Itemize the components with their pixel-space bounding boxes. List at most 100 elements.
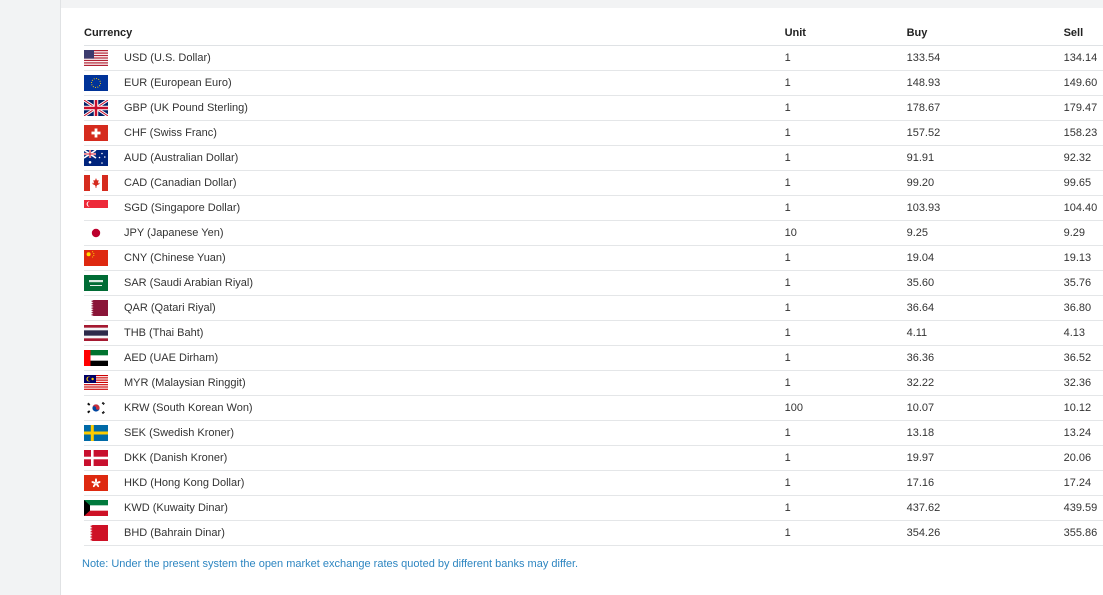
left-sidebar xyxy=(0,0,61,595)
table-row: KWD (Kuwaity Dinar) 1 437.62 439.59 xyxy=(84,495,1103,521)
buy-rate-cell: 437.62 xyxy=(906,495,1064,521)
unit-cell: 1 xyxy=(784,420,907,446)
buy-rate-cell: 13.18 xyxy=(906,420,1064,446)
buy-rate-cell: 35.60 xyxy=(906,270,1064,296)
buy-rate-cell: 36.64 xyxy=(906,295,1064,321)
flag-cell xyxy=(84,395,124,421)
canada-flag-icon xyxy=(84,175,108,191)
currency-name-cell: GBP (UK Pound Sterling) xyxy=(124,95,785,121)
singapore-flag-icon xyxy=(84,200,108,216)
buy-rate-cell: 19.97 xyxy=(906,445,1064,471)
bahrain-flag-icon xyxy=(84,525,108,541)
table-row: GBP (UK Pound Sterling) 1 178.67 179.47 xyxy=(84,95,1103,121)
unit-cell: 1 xyxy=(784,345,907,371)
flag-cell xyxy=(84,420,124,446)
flag-cell xyxy=(84,520,124,546)
sell-rate-cell: 36.80 xyxy=(1063,295,1103,321)
flag-cell xyxy=(84,320,124,346)
sell-rate-cell: 104.40 xyxy=(1063,195,1103,221)
flag-cell xyxy=(84,145,124,171)
buy-rate-cell: 157.52 xyxy=(906,120,1064,146)
table-row: MYR (Malaysian Ringgit) 1 32.22 32.36 xyxy=(84,370,1103,396)
currency-name-cell: MYR (Malaysian Ringgit) xyxy=(124,370,785,396)
kuwait-flag-icon xyxy=(84,500,108,516)
malaysia-flag-icon xyxy=(84,375,108,391)
sweden-flag-icon xyxy=(84,425,108,441)
currency-header: Currency xyxy=(84,21,785,46)
currency-name-cell: SGD (Singapore Dollar) xyxy=(124,195,785,221)
unit-cell: 1 xyxy=(784,120,907,146)
flag-cell xyxy=(84,220,124,246)
flag-cell xyxy=(84,445,124,471)
table-header-row: Currency Unit Buy Sell xyxy=(84,21,1103,46)
currency-name-cell: SAR (Saudi Arabian Riyal) xyxy=(124,270,785,296)
korea-flag-icon xyxy=(84,400,108,416)
eu-flag-icon xyxy=(84,75,108,91)
currency-name-cell: USD (U.S. Dollar) xyxy=(124,45,785,71)
flag-cell xyxy=(84,370,124,396)
buy-rate-cell: 91.91 xyxy=(906,145,1064,171)
unit-cell: 1 xyxy=(784,370,907,396)
buy-rate-cell: 17.16 xyxy=(906,470,1064,496)
qatar-flag-icon xyxy=(84,300,108,316)
sell-rate-cell: 10.12 xyxy=(1063,395,1103,421)
exchange-rates-card: Currency Unit Buy Sell USD (U.S. Dollar)… xyxy=(61,8,1103,595)
unit-cell: 1 xyxy=(784,245,907,271)
thailand-flag-icon xyxy=(84,325,108,341)
flag-cell xyxy=(84,95,124,121)
hongkong-flag-icon xyxy=(84,475,108,491)
currency-name-cell: QAR (Qatari Riyal) xyxy=(124,295,785,321)
buy-header: Buy xyxy=(906,21,1064,46)
table-row: HKD (Hong Kong Dollar) 1 17.16 17.24 xyxy=(84,470,1103,496)
buy-rate-cell: 19.04 xyxy=(906,245,1064,271)
sell-rate-cell: 36.52 xyxy=(1063,345,1103,371)
currency-name-cell: BHD (Bahrain Dinar) xyxy=(124,520,785,546)
unit-header: Unit xyxy=(784,21,907,46)
japan-flag-icon xyxy=(84,225,108,241)
currency-name-cell: THB (Thai Baht) xyxy=(124,320,785,346)
table-row: THB (Thai Baht) 1 4.11 4.13 xyxy=(84,320,1103,346)
currency-name-cell: AUD (Australian Dollar) xyxy=(124,145,785,171)
uae-flag-icon xyxy=(84,350,108,366)
sell-rate-cell: 17.24 xyxy=(1063,470,1103,496)
unit-cell: 1 xyxy=(784,445,907,471)
unit-cell: 1 xyxy=(784,470,907,496)
sell-rate-cell: 9.29 xyxy=(1063,220,1103,246)
denmark-flag-icon xyxy=(84,450,108,466)
sell-rate-cell: 35.76 xyxy=(1063,270,1103,296)
australia-flag-icon xyxy=(84,150,108,166)
sell-rate-cell: 158.23 xyxy=(1063,120,1103,146)
buy-rate-cell: 103.93 xyxy=(906,195,1064,221)
flag-cell xyxy=(84,195,124,221)
swiss-flag-icon xyxy=(84,125,108,141)
table-row: SAR (Saudi Arabian Riyal) 1 35.60 35.76 xyxy=(84,270,1103,296)
unit-cell: 1 xyxy=(784,295,907,321)
disclaimer-note: Note: Under the present system the open … xyxy=(82,558,579,570)
unit-cell: 1 xyxy=(784,145,907,171)
flag-cell xyxy=(84,495,124,521)
table-row: JPY (Japanese Yen) 10 9.25 9.29 xyxy=(84,220,1103,246)
sell-rate-cell: 355.86 xyxy=(1063,520,1103,546)
buy-rate-cell: 148.93 xyxy=(906,70,1064,96)
buy-rate-cell: 133.54 xyxy=(906,45,1064,71)
flag-cell xyxy=(84,120,124,146)
sell-rate-cell: 439.59 xyxy=(1063,495,1103,521)
buy-rate-cell: 178.67 xyxy=(906,95,1064,121)
flag-cell xyxy=(84,345,124,371)
unit-cell: 1 xyxy=(784,195,907,221)
us-flag-icon xyxy=(84,50,108,66)
rates-body: USD (U.S. Dollar) 1 133.54 134.14 EUR (Europ… xyxy=(84,45,1103,546)
buy-rate-cell: 354.26 xyxy=(906,520,1064,546)
sell-rate-cell: 19.13 xyxy=(1063,245,1103,271)
table-row: CAD (Canadian Dollar) 1 99.20 99.65 xyxy=(84,170,1103,196)
table-row: USD (U.S. Dollar) 1 133.54 134.14 xyxy=(84,45,1103,71)
table-row: DKK (Danish Kroner) 1 19.97 20.06 xyxy=(84,445,1103,471)
sell-rate-cell: 13.24 xyxy=(1063,420,1103,446)
currency-name-cell: JPY (Japanese Yen) xyxy=(124,220,785,246)
unit-cell: 1 xyxy=(784,70,907,96)
unit-cell: 1 xyxy=(784,520,907,546)
flag-cell xyxy=(84,245,124,271)
sell-header: Sell xyxy=(1063,21,1103,46)
sell-rate-cell: 149.60 xyxy=(1063,70,1103,96)
currency-name-cell: KWD (Kuwaity Dinar) xyxy=(124,495,785,521)
